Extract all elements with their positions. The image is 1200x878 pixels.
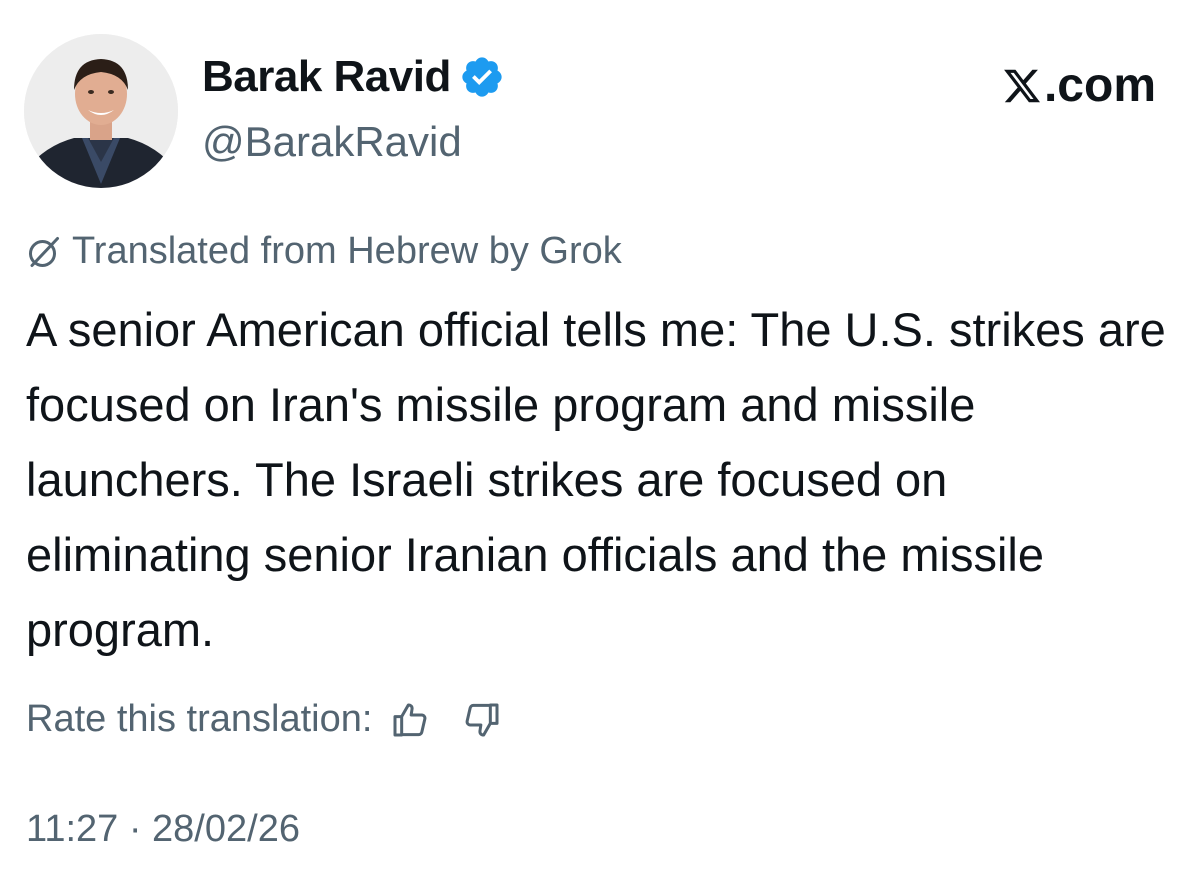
rate-translation-label: Rate this translation: bbox=[26, 698, 373, 740]
translation-notice: Translated from Hebrew by Grok bbox=[26, 230, 622, 273]
author-handle[interactable]: @BarakRavid bbox=[202, 118, 462, 166]
verified-badge-icon[interactable] bbox=[459, 54, 505, 100]
rate-translation: Rate this translation: bbox=[26, 698, 502, 741]
author-display-name[interactable]: Barak Ravid bbox=[202, 52, 505, 102]
x-logo-icon bbox=[1004, 69, 1041, 102]
avatar[interactable] bbox=[24, 34, 178, 188]
x-com-brand: .com bbox=[1002, 58, 1156, 113]
translation-notice-text: Translated from Hebrew by Grok bbox=[72, 230, 622, 272]
author-name-text[interactable]: Barak Ravid bbox=[202, 52, 451, 102]
tweet-body: A senior American official tells me: The… bbox=[26, 303, 1166, 656]
thumbs-down-icon[interactable] bbox=[462, 700, 502, 740]
grok-icon bbox=[29, 236, 59, 267]
brand-domain-text: .com bbox=[1043, 59, 1156, 112]
thumbs-up-icon[interactable] bbox=[390, 700, 430, 740]
tweet-timestamp[interactable]: 11:27 · 28/02/26 bbox=[26, 808, 300, 851]
